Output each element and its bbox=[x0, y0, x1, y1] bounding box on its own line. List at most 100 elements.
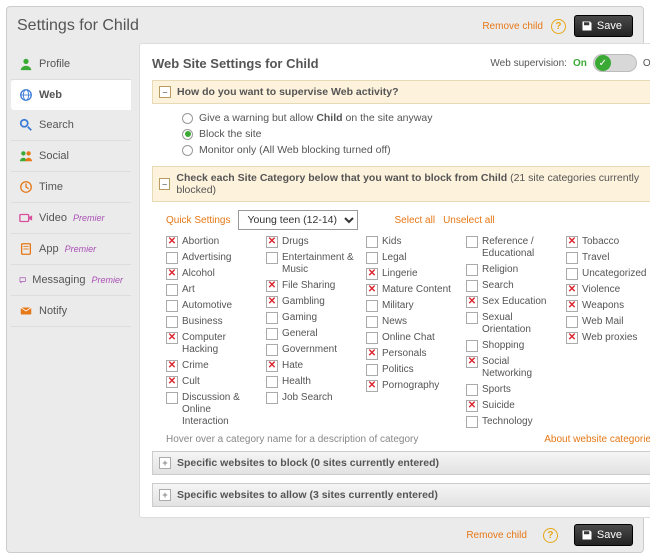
cat-tobacco[interactable]: ✕Tobacco bbox=[566, 236, 650, 248]
allow-sites-label: Specific websites to allow (3 sites curr… bbox=[177, 489, 438, 501]
categories-grid: ✕Abortion Advertising ✕Alcohol Art Autom… bbox=[166, 236, 650, 428]
help-icon[interactable]: ? bbox=[551, 19, 566, 34]
cat-gaming[interactable]: Gaming bbox=[266, 312, 356, 324]
cat-webmail[interactable]: Web Mail bbox=[566, 316, 650, 328]
cat-general[interactable]: General bbox=[266, 328, 356, 340]
save-label: Save bbox=[597, 529, 622, 541]
allow-sites-header[interactable]: + Specific websites to allow (3 sites cu… bbox=[152, 483, 650, 507]
expand-icon: + bbox=[159, 489, 171, 501]
cat-personals[interactable]: ✕Personals bbox=[366, 348, 456, 360]
cat-advertising[interactable]: Advertising bbox=[166, 252, 256, 264]
help-icon-bottom[interactable]: ? bbox=[543, 528, 558, 543]
cat-sports[interactable]: Sports bbox=[466, 384, 556, 396]
radio-block[interactable]: Block the site bbox=[182, 128, 650, 140]
cat-military[interactable]: Military bbox=[366, 300, 456, 312]
sidebar-item-search[interactable]: Search bbox=[11, 110, 131, 141]
cat-filesharing[interactable]: ✕File Sharing bbox=[266, 280, 356, 292]
sidebar-label: Profile bbox=[39, 58, 70, 70]
cat-sexed[interactable]: ✕Sex Education bbox=[466, 296, 556, 308]
radio-warn[interactable]: Give a warning but allow Child on the si… bbox=[182, 112, 650, 124]
cat-jobsearch[interactable]: Job Search bbox=[266, 392, 356, 404]
cat-news[interactable]: News bbox=[366, 316, 456, 328]
block-sites-label: Specific websites to block (0 sites curr… bbox=[177, 457, 439, 469]
cat-pornography[interactable]: ✕Pornography bbox=[366, 380, 456, 392]
cat-abortion[interactable]: ✕Abortion bbox=[166, 236, 256, 248]
app-icon bbox=[19, 242, 33, 256]
sidebar-item-app[interactable]: App Premier bbox=[11, 234, 131, 265]
remove-child-link[interactable]: Remove child bbox=[482, 21, 543, 32]
cat-legal[interactable]: Legal bbox=[366, 252, 456, 264]
sidebar-item-notify[interactable]: Notify bbox=[11, 296, 131, 327]
cat-search[interactable]: Search bbox=[466, 280, 556, 292]
cat-hate[interactable]: ✕Hate bbox=[266, 360, 356, 372]
cat-onlinechat[interactable]: Online Chat bbox=[366, 332, 456, 344]
supervise-question: How do you want to supervise Web activit… bbox=[177, 86, 399, 98]
cat-suicide[interactable]: ✕Suicide bbox=[466, 400, 556, 412]
cat-travel[interactable]: Travel bbox=[566, 252, 650, 264]
supervision-toggle[interactable]: ✓ bbox=[593, 54, 637, 72]
cat-entertainment[interactable]: Entertainment & Music bbox=[266, 252, 356, 276]
cat-politics[interactable]: Politics bbox=[366, 364, 456, 376]
cat-lingerie[interactable]: ✕Lingerie bbox=[366, 268, 456, 280]
cat-uncategorized[interactable]: Uncategorized bbox=[566, 268, 650, 280]
supervise-header[interactable]: – How do you want to supervise Web activ… bbox=[152, 80, 650, 104]
cat-violence[interactable]: ✕Violence bbox=[566, 284, 650, 296]
cat-hacking[interactable]: ✕Computer Hacking bbox=[166, 332, 256, 356]
person-icon bbox=[19, 57, 33, 71]
sidebar-label: Time bbox=[39, 181, 63, 193]
cat-shopping[interactable]: Shopping bbox=[466, 340, 556, 352]
remove-child-link-bottom[interactable]: Remove child bbox=[466, 530, 527, 541]
unselect-all-link[interactable]: Unselect all bbox=[443, 215, 495, 226]
cat-government[interactable]: Government bbox=[266, 344, 356, 356]
cat-automotive[interactable]: Automotive bbox=[166, 300, 256, 312]
clock-icon bbox=[19, 180, 33, 194]
cat-gambling[interactable]: ✕Gambling bbox=[266, 296, 356, 308]
cat-weapons[interactable]: ✕Weapons bbox=[566, 300, 650, 312]
expand-icon: + bbox=[159, 457, 171, 469]
premier-label: Premier bbox=[91, 275, 123, 285]
supervision-off: Off bbox=[643, 58, 650, 69]
sidebar-label: Search bbox=[39, 119, 74, 131]
quick-settings-select[interactable]: Young teen (12-14) bbox=[238, 210, 358, 230]
premier-label: Premier bbox=[65, 244, 97, 254]
cat-cult[interactable]: ✕Cult bbox=[166, 376, 256, 388]
cat-webproxies[interactable]: ✕Web proxies bbox=[566, 332, 650, 344]
save-icon bbox=[581, 20, 593, 32]
sidebar-item-messaging[interactable]: Messaging Premier bbox=[11, 265, 131, 296]
cat-business[interactable]: Business bbox=[166, 316, 256, 328]
cat-crime[interactable]: ✕Crime bbox=[166, 360, 256, 372]
sidebar-item-video[interactable]: Video Premier bbox=[11, 203, 131, 234]
sidebar-label: App bbox=[39, 243, 59, 255]
sidebar-label: Notify bbox=[39, 305, 67, 317]
sidebar-item-social[interactable]: Social bbox=[11, 141, 131, 172]
categories-header[interactable]: – Check each Site Category below that yo… bbox=[152, 166, 650, 202]
radio-monitor[interactable]: Monitor only (All Web blocking turned of… bbox=[182, 144, 650, 156]
cat-mature[interactable]: ✕Mature Content bbox=[366, 284, 456, 296]
cat-technology[interactable]: Technology bbox=[466, 416, 556, 428]
block-sites-header[interactable]: + Specific websites to block (0 sites cu… bbox=[152, 451, 650, 475]
sidebar-label: Video bbox=[39, 212, 67, 224]
cat-reference[interactable]: Reference / Educational bbox=[466, 236, 556, 260]
save-button[interactable]: Save bbox=[574, 15, 633, 37]
sidebar: Profile Web Search Social Time Video Pre… bbox=[11, 43, 131, 518]
collapse-icon: – bbox=[159, 178, 170, 190]
cat-sexualorient[interactable]: Sexual Orientation bbox=[466, 312, 556, 336]
globe-icon bbox=[19, 88, 33, 102]
save-button-bottom[interactable]: Save bbox=[574, 524, 633, 546]
sidebar-item-web[interactable]: Web bbox=[11, 80, 131, 110]
social-icon bbox=[19, 149, 33, 163]
cat-health[interactable]: Health bbox=[266, 376, 356, 388]
sidebar-item-time[interactable]: Time bbox=[11, 172, 131, 203]
content-panel: Web Site Settings for Child Web supervis… bbox=[139, 43, 650, 518]
cat-kids[interactable]: Kids bbox=[366, 236, 456, 248]
select-all-link[interactable]: Select all bbox=[394, 215, 435, 226]
cat-discussion[interactable]: Discussion & Online Interaction bbox=[166, 392, 256, 428]
cat-socialnet[interactable]: ✕Social Networking bbox=[466, 356, 556, 380]
cat-art[interactable]: Art bbox=[166, 284, 256, 296]
video-icon bbox=[19, 211, 33, 225]
sidebar-item-profile[interactable]: Profile bbox=[11, 49, 131, 80]
cat-religion[interactable]: Religion bbox=[466, 264, 556, 276]
cat-drugs[interactable]: ✕Drugs bbox=[266, 236, 356, 248]
about-categories-link[interactable]: About website categories bbox=[544, 434, 650, 445]
cat-alcohol[interactable]: ✕Alcohol bbox=[166, 268, 256, 280]
